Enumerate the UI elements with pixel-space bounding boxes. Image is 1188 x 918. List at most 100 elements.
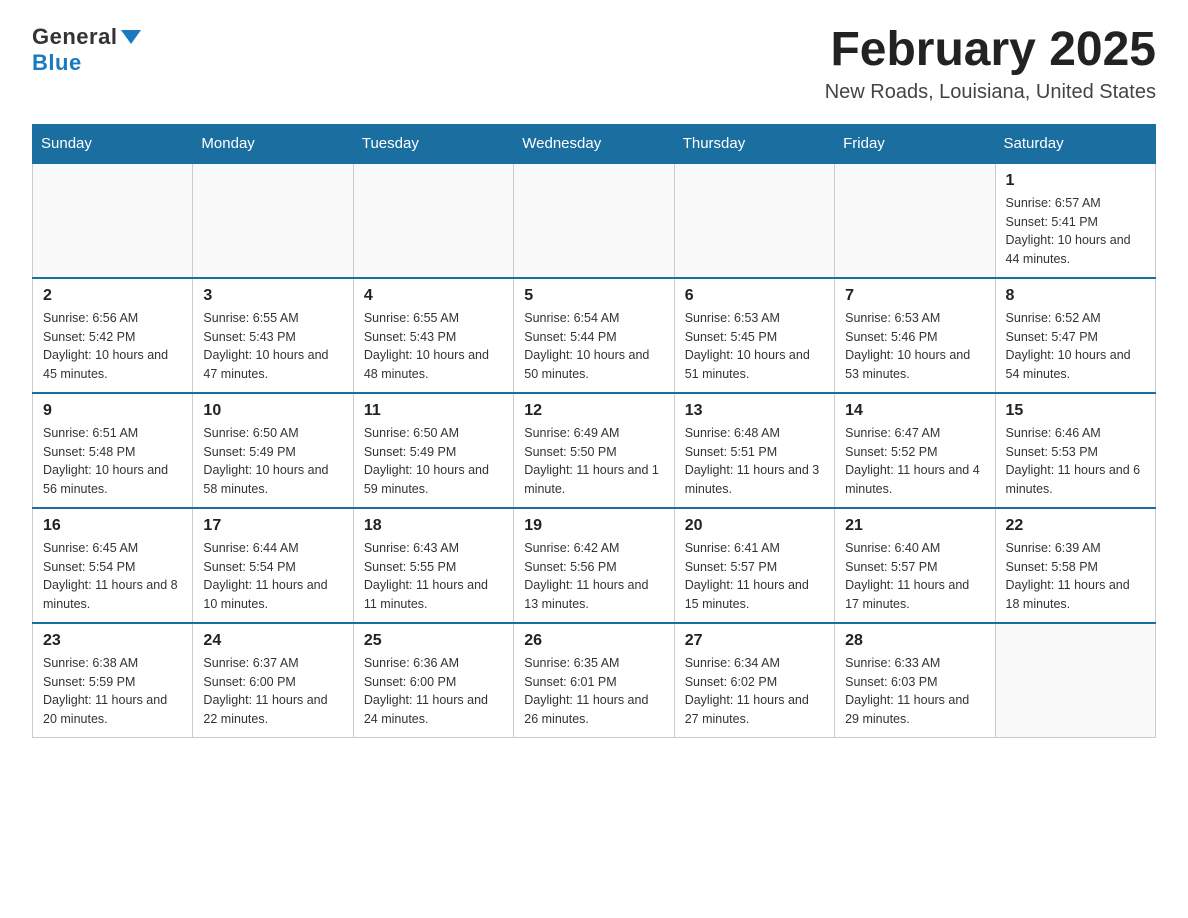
- day-number: 2: [43, 287, 182, 305]
- day-sun-info: Sunrise: 6:52 AMSunset: 5:47 PMDaylight:…: [1006, 309, 1145, 384]
- calendar-cell: 3 Sunrise: 6:55 AMSunset: 5:43 PMDaylight…: [193, 278, 353, 393]
- day-sun-info: Sunrise: 6:54 AMSunset: 5:44 PMDaylight:…: [524, 309, 663, 384]
- day-number: 24: [203, 632, 342, 650]
- day-sun-info: Sunrise: 6:36 AMSunset: 6:00 PMDaylight:…: [364, 654, 503, 729]
- calendar-cell: [193, 163, 353, 278]
- day-number: 9: [43, 402, 182, 420]
- page-header: General Blue February 2025 New Roads, Lo…: [32, 24, 1156, 104]
- calendar-cell: 1 Sunrise: 6:57 AMSunset: 5:41 PMDaylight…: [995, 163, 1155, 278]
- calendar-cell: 10 Sunrise: 6:50 AMSunset: 5:49 PMDayligh…: [193, 393, 353, 508]
- day-number: 12: [524, 402, 663, 420]
- calendar-cell: 8 Sunrise: 6:52 AMSunset: 5:47 PMDaylight…: [995, 278, 1155, 393]
- day-number: 27: [685, 632, 824, 650]
- day-sun-info: Sunrise: 6:40 AMSunset: 5:57 PMDaylight:…: [845, 539, 984, 614]
- calendar-cell: [353, 163, 513, 278]
- day-number: 8: [1006, 287, 1145, 305]
- calendar-cell: 16 Sunrise: 6:45 AMSunset: 5:54 PMDayligh…: [33, 508, 193, 623]
- calendar-cell: 2 Sunrise: 6:56 AMSunset: 5:42 PMDaylight…: [33, 278, 193, 393]
- calendar-cell: 18 Sunrise: 6:43 AMSunset: 5:55 PMDayligh…: [353, 508, 513, 623]
- calendar-cell: 7Sunrise: 6:53 AMSunset: 5:46 PMDaylight…: [835, 278, 995, 393]
- calendar-cell: 19 Sunrise: 6:42 AMSunset: 5:56 PMDayligh…: [514, 508, 674, 623]
- day-sun-info: Sunrise: 6:57 AMSunset: 5:41 PMDaylight:…: [1006, 194, 1145, 269]
- location-subtitle: New Roads, Louisiana, United States: [825, 81, 1156, 104]
- calendar-table: SundayMondayTuesdayWednesdayThursdayFrid…: [32, 124, 1156, 738]
- calendar-cell: 12 Sunrise: 6:49 AMSunset: 5:50 PMDayligh…: [514, 393, 674, 508]
- calendar-week-row: 2 Sunrise: 6:56 AMSunset: 5:42 PMDaylight…: [33, 278, 1156, 393]
- day-of-week-header: Sunday: [33, 124, 193, 163]
- calendar-cell: 26Sunrise: 6:35 AMSunset: 6:01 PMDayligh…: [514, 623, 674, 738]
- day-number: 25: [364, 632, 503, 650]
- calendar-week-row: 16 Sunrise: 6:45 AMSunset: 5:54 PMDayligh…: [33, 508, 1156, 623]
- day-sun-info: Sunrise: 6:47 AMSunset: 5:52 PMDaylight:…: [845, 424, 984, 499]
- calendar-cell: 21Sunrise: 6:40 AMSunset: 5:57 PMDayligh…: [835, 508, 995, 623]
- day-number: 3: [203, 287, 342, 305]
- day-of-week-header: Tuesday: [353, 124, 513, 163]
- logo-blue-text: Blue: [32, 50, 82, 76]
- day-of-week-header: Wednesday: [514, 124, 674, 163]
- day-sun-info: Sunrise: 6:38 AMSunset: 5:59 PMDaylight:…: [43, 654, 182, 729]
- day-of-week-header: Thursday: [674, 124, 834, 163]
- day-number: 18: [364, 517, 503, 535]
- day-number: 26: [524, 632, 663, 650]
- calendar-week-row: 1 Sunrise: 6:57 AMSunset: 5:41 PMDaylight…: [33, 163, 1156, 278]
- day-number: 28: [845, 632, 984, 650]
- day-sun-info: Sunrise: 6:43 AMSunset: 5:55 PMDaylight:…: [364, 539, 503, 614]
- day-number: 22: [1006, 517, 1145, 535]
- calendar-week-row: 23 Sunrise: 6:38 AMSunset: 5:59 PMDayligh…: [33, 623, 1156, 738]
- day-number: 14: [845, 402, 984, 420]
- calendar-cell: 25 Sunrise: 6:36 AMSunset: 6:00 PMDayligh…: [353, 623, 513, 738]
- day-number: 4: [364, 287, 503, 305]
- day-sun-info: Sunrise: 6:56 AMSunset: 5:42 PMDaylight:…: [43, 309, 182, 384]
- day-number: 11: [364, 402, 503, 420]
- calendar-cell: [674, 163, 834, 278]
- day-sun-info: Sunrise: 6:44 AMSunset: 5:54 PMDaylight:…: [203, 539, 342, 614]
- day-number: 23: [43, 632, 182, 650]
- day-sun-info: Sunrise: 6:55 AMSunset: 5:43 PMDaylight:…: [203, 309, 342, 384]
- day-number: 10: [203, 402, 342, 420]
- day-sun-info: Sunrise: 6:39 AMSunset: 5:58 PMDaylight:…: [1006, 539, 1145, 614]
- day-sun-info: Sunrise: 6:33 AMSunset: 6:03 PMDaylight:…: [845, 654, 984, 729]
- calendar-cell: 14 Sunrise: 6:47 AMSunset: 5:52 PMDayligh…: [835, 393, 995, 508]
- day-sun-info: Sunrise: 6:50 AMSunset: 5:49 PMDaylight:…: [203, 424, 342, 499]
- calendar-cell: 6Sunrise: 6:53 AMSunset: 5:45 PMDaylight…: [674, 278, 834, 393]
- calendar-cell: 27 Sunrise: 6:34 AMSunset: 6:02 PMDayligh…: [674, 623, 834, 738]
- calendar-cell: [835, 163, 995, 278]
- day-sun-info: Sunrise: 6:48 AMSunset: 5:51 PMDaylight:…: [685, 424, 824, 499]
- day-sun-info: Sunrise: 6:34 AMSunset: 6:02 PMDaylight:…: [685, 654, 824, 729]
- day-sun-info: Sunrise: 6:55 AMSunset: 5:43 PMDaylight:…: [364, 309, 503, 384]
- day-sun-info: Sunrise: 6:42 AMSunset: 5:56 PMDaylight:…: [524, 539, 663, 614]
- day-number: 17: [203, 517, 342, 535]
- day-sun-info: Sunrise: 6:46 AMSunset: 5:53 PMDaylight:…: [1006, 424, 1145, 499]
- day-sun-info: Sunrise: 6:49 AMSunset: 5:50 PMDaylight:…: [524, 424, 663, 499]
- logo: General Blue: [32, 24, 141, 76]
- calendar-cell: 5Sunrise: 6:54 AMSunset: 5:44 PMDaylight…: [514, 278, 674, 393]
- calendar-cell: [995, 623, 1155, 738]
- calendar-cell: 17 Sunrise: 6:44 AMSunset: 5:54 PMDayligh…: [193, 508, 353, 623]
- day-of-week-header: Friday: [835, 124, 995, 163]
- day-sun-info: Sunrise: 6:51 AMSunset: 5:48 PMDaylight:…: [43, 424, 182, 499]
- calendar-cell: 9 Sunrise: 6:51 AMSunset: 5:48 PMDaylight…: [33, 393, 193, 508]
- day-of-week-header: Saturday: [995, 124, 1155, 163]
- day-sun-info: Sunrise: 6:37 AMSunset: 6:00 PMDaylight:…: [203, 654, 342, 729]
- title-area: February 2025 New Roads, Louisiana, Unit…: [825, 24, 1156, 104]
- day-number: 7: [845, 287, 984, 305]
- calendar-cell: 23 Sunrise: 6:38 AMSunset: 5:59 PMDayligh…: [33, 623, 193, 738]
- calendar-cell: [33, 163, 193, 278]
- calendar-cell: 11Sunrise: 6:50 AMSunset: 5:49 PMDayligh…: [353, 393, 513, 508]
- day-number: 19: [524, 517, 663, 535]
- logo-triangle-icon: [121, 30, 141, 44]
- day-sun-info: Sunrise: 6:45 AMSunset: 5:54 PMDaylight:…: [43, 539, 182, 614]
- day-number: 20: [685, 517, 824, 535]
- calendar-cell: 24 Sunrise: 6:37 AMSunset: 6:00 PMDayligh…: [193, 623, 353, 738]
- day-number: 16: [43, 517, 182, 535]
- month-title: February 2025: [825, 24, 1156, 77]
- calendar-week-row: 9 Sunrise: 6:51 AMSunset: 5:48 PMDaylight…: [33, 393, 1156, 508]
- calendar-cell: 22 Sunrise: 6:39 AMSunset: 5:58 PMDayligh…: [995, 508, 1155, 623]
- calendar-cell: 13 Sunrise: 6:48 AMSunset: 5:51 PMDayligh…: [674, 393, 834, 508]
- calendar-cell: 20Sunrise: 6:41 AMSunset: 5:57 PMDayligh…: [674, 508, 834, 623]
- calendar-cell: [514, 163, 674, 278]
- day-of-week-header: Monday: [193, 124, 353, 163]
- day-number: 13: [685, 402, 824, 420]
- calendar-cell: 28 Sunrise: 6:33 AMSunset: 6:03 PMDayligh…: [835, 623, 995, 738]
- day-number: 1: [1006, 172, 1145, 190]
